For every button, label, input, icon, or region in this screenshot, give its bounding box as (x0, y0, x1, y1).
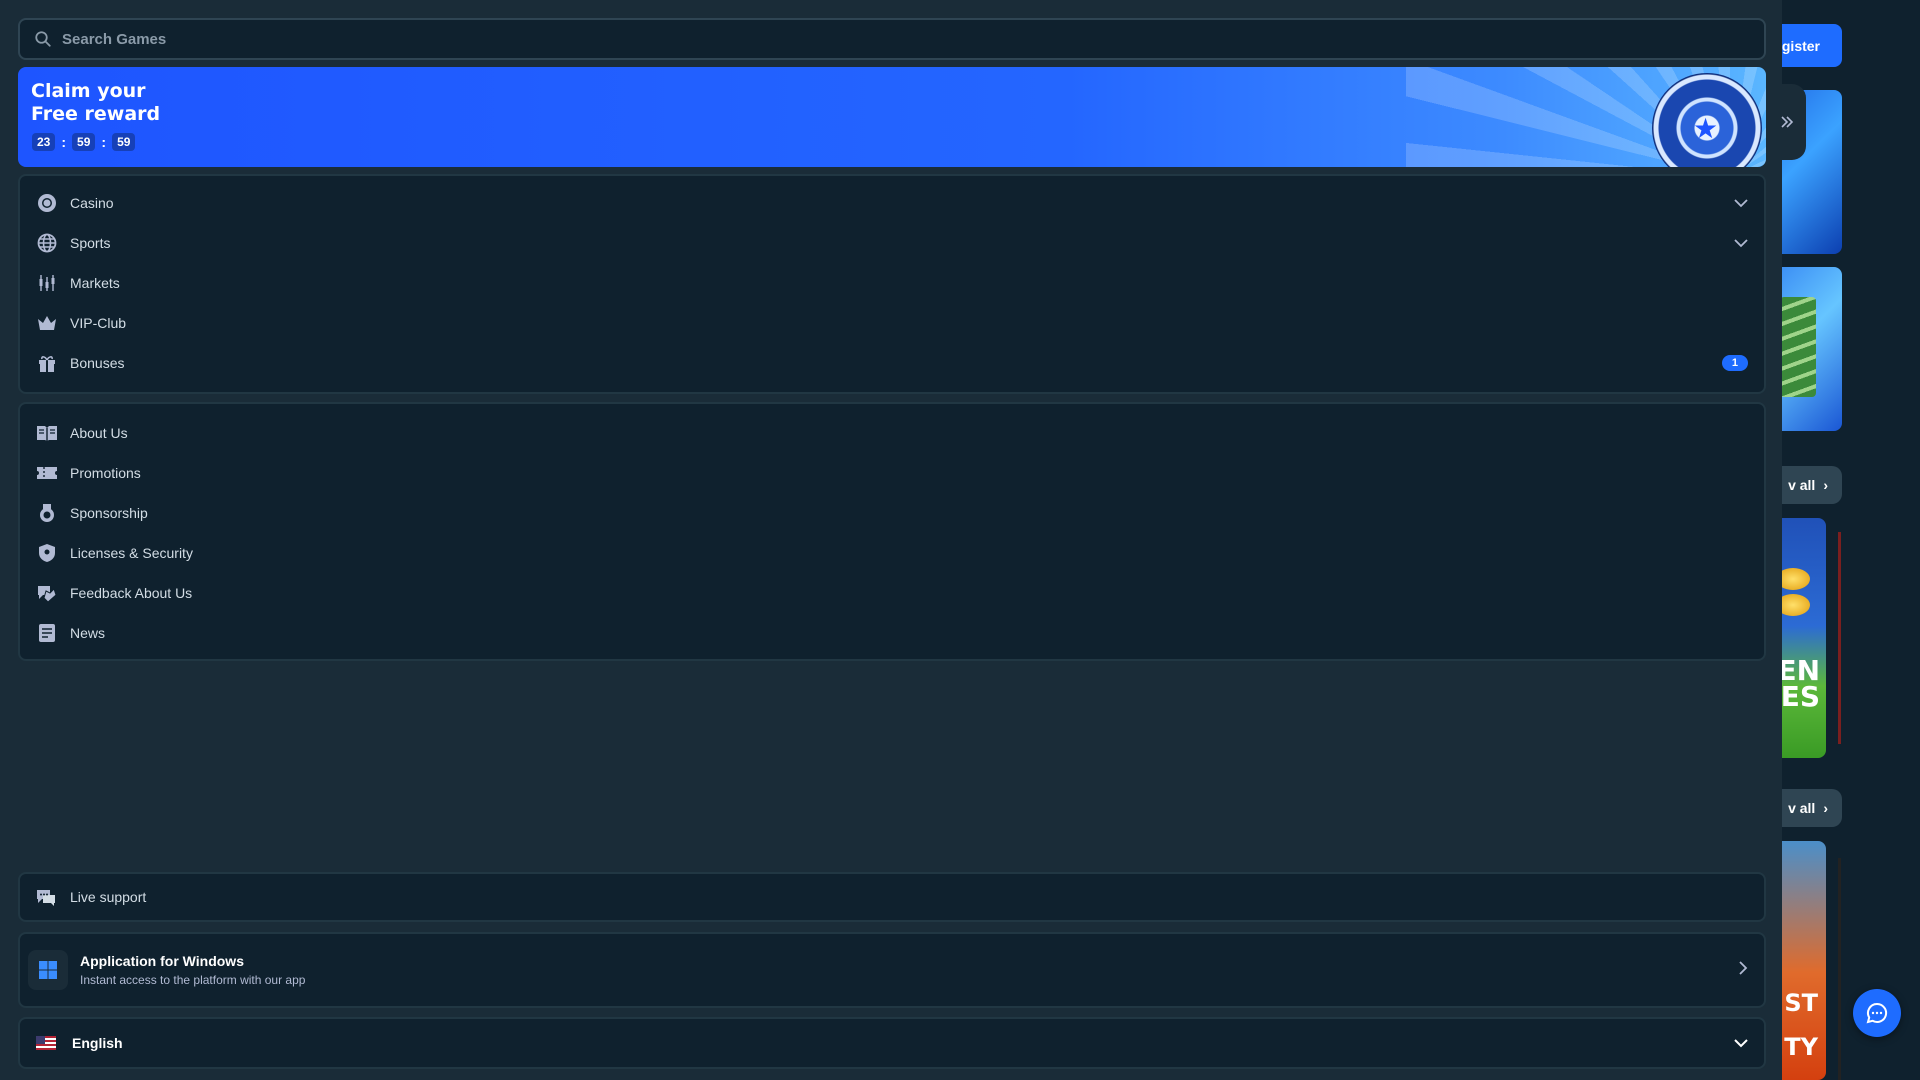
chevron-down-icon (1734, 1035, 1748, 1051)
view-all-label: v all (1788, 477, 1816, 493)
language-selector[interactable]: English (18, 1017, 1766, 1069)
side-menu-panel: Claim your Free reward 23 : 59 : 59 ★ Ca… (0, 0, 1782, 1080)
collapse-menu-button[interactable] (1768, 84, 1806, 160)
secondary-menu: About Us Promotions Sponsorship Licenses… (18, 402, 1766, 661)
crown-icon (36, 312, 58, 334)
timer-minutes: 59 (72, 133, 96, 151)
live-support-label: Live support (70, 889, 147, 905)
newspaper-icon (36, 622, 58, 644)
support-chat-icon (34, 885, 58, 910)
windows-app-title: Application for Windows (80, 953, 244, 969)
book-icon (36, 422, 58, 444)
windows-app-banner[interactable]: Application for Windows Instant access t… (18, 932, 1766, 1008)
banner-title-line2: Free reward (31, 103, 161, 125)
timer-separator: : (61, 134, 67, 150)
search-input[interactable] (62, 30, 1662, 48)
chevron-right-icon: › (1823, 477, 1828, 493)
chevron-down-icon[interactable] (1734, 195, 1748, 211)
menu-item-label: Casino (70, 195, 114, 211)
star-icon: ★ (1693, 113, 1719, 144)
ticket-icon (36, 462, 58, 484)
double-chevron-right-icon (1781, 116, 1794, 128)
casino-chip-icon (36, 192, 58, 214)
globe-icon (36, 232, 58, 254)
menu-item-label: Markets (70, 275, 120, 291)
timer-seconds: 59 (112, 133, 136, 151)
bonus-count-badge: 1 (1721, 355, 1748, 371)
windows-logo-icon (28, 950, 68, 990)
menu-item-label: News (70, 625, 106, 641)
banner-title-line1: Claim your (31, 80, 146, 102)
game-tile-edge (1838, 532, 1841, 744)
register-label: gister (1781, 37, 1820, 54)
language-selected-label: English (72, 1035, 123, 1051)
menu-item-about-us[interactable]: About Us (20, 413, 1764, 453)
menu-item-feedback[interactable]: Feedback About Us (20, 573, 1764, 613)
menu-item-markets[interactable]: Markets (20, 263, 1764, 303)
menu-item-casino[interactable]: Casino (20, 183, 1764, 223)
windows-app-text: Application for Windows Instant access t… (80, 953, 1726, 987)
chat-button[interactable] (1853, 989, 1901, 1037)
windows-app-subtitle: Instant access to the platform with our … (80, 973, 306, 987)
live-support-button[interactable]: Live support (18, 872, 1766, 922)
menu-item-vip-club[interactable]: VIP-Club (20, 303, 1764, 343)
search-icon (35, 31, 51, 47)
chevron-right-icon: › (1823, 800, 1828, 816)
chevron-down-icon[interactable] (1734, 235, 1748, 251)
timer-hours: 23 (32, 133, 56, 151)
chat-bubble-icon (1866, 1002, 1888, 1024)
search-bar[interactable] (18, 18, 1766, 60)
chevron-right-icon (1738, 960, 1748, 980)
menu-item-promotions[interactable]: Promotions (20, 453, 1764, 493)
us-flag-icon (36, 1036, 56, 1050)
view-all-label: v all (1788, 800, 1816, 816)
feedback-icon (36, 582, 58, 604)
menu-item-label: Promotions (70, 465, 141, 481)
game-tile-1-title: EN ES (1777, 654, 1820, 713)
primary-menu: Casino Sports Markets VIP-Club Bonuses 1 (18, 174, 1766, 394)
menu-item-label: Sponsorship (70, 505, 148, 521)
gift-icon (36, 352, 58, 374)
medal-icon (36, 502, 58, 524)
menu-item-label: About Us (70, 425, 128, 441)
free-reward-banner[interactable]: Claim your Free reward 23 : 59 : 59 ★ (18, 67, 1766, 167)
menu-item-label: VIP-Club (70, 315, 127, 331)
cash-stack-image (1780, 297, 1816, 397)
menu-item-label: Bonuses (70, 355, 125, 371)
menu-item-sports[interactable]: Sports (20, 223, 1764, 263)
banner-title: Claim your Free reward (31, 80, 160, 126)
shield-icon (36, 542, 58, 564)
menu-item-label: Licenses & Security (70, 545, 193, 561)
menu-item-label: Feedback About Us (70, 585, 193, 601)
menu-item-bonuses[interactable]: Bonuses 1 (20, 343, 1764, 383)
countdown-timer: 23 : 59 : 59 (32, 133, 136, 151)
timer-separator: : (101, 134, 107, 150)
menu-item-news[interactable]: News (20, 613, 1764, 653)
game-tile-edge (1838, 858, 1841, 1080)
menu-item-licenses-security[interactable]: Licenses & Security (20, 533, 1764, 573)
menu-item-sponsorship[interactable]: Sponsorship (20, 493, 1764, 533)
markets-icon (36, 272, 58, 294)
menu-item-label: Sports (70, 235, 111, 251)
